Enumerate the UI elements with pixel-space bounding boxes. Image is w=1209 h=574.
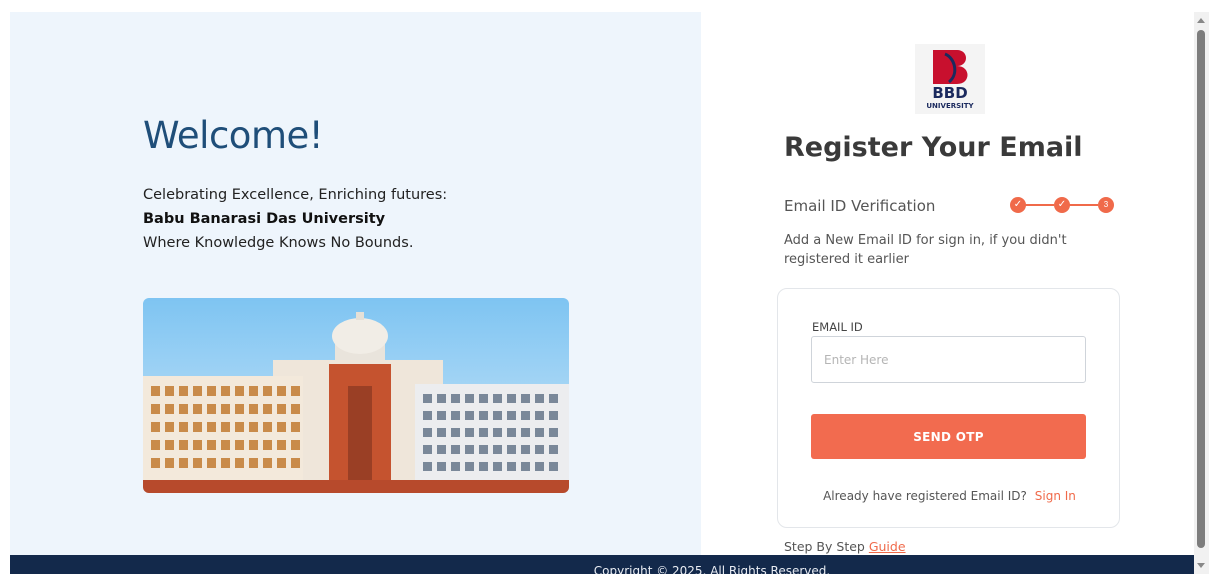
university-logo: BBD UNIVERSITY: [915, 44, 985, 114]
campus-image: [143, 298, 569, 493]
logo-subtext: UNIVERSITY: [926, 102, 974, 110]
check-icon: ✓: [1054, 197, 1070, 213]
email-input[interactable]: [811, 336, 1086, 383]
email-label: EMAIL ID: [812, 320, 863, 334]
scroll-down-arrow-icon[interactable]: [1197, 563, 1205, 568]
register-description: Add a New Email ID for sign in, if you d…: [784, 233, 1067, 267]
already-registered-text: Already have registered Email ID?: [823, 489, 1027, 503]
register-title: Register Your Email: [784, 132, 1083, 163]
university-name: Babu Banarasi Das University: [143, 211, 386, 227]
check-icon: ✓: [1010, 197, 1026, 213]
register-panel: BBD UNIVERSITY Register Your Email Email…: [701, 12, 1194, 574]
step-label: Email ID Verification: [784, 197, 936, 215]
register-form-card: EMAIL ID SEND OTP Already have registere…: [777, 288, 1120, 528]
guide-row: Step By Step Guide: [784, 539, 906, 554]
copyright-text: Copyright © 2025. All Rights Reserved.: [593, 564, 831, 574]
stepper-connector: [1068, 204, 1098, 206]
stepper-connector: [1024, 204, 1054, 206]
guide-prefix: Step By Step: [784, 539, 865, 554]
guide-link[interactable]: Guide: [869, 539, 906, 554]
scrollbar-thumb[interactable]: [1197, 30, 1205, 548]
tagline-line-1: Celebrating Excellence, Enriching future…: [143, 187, 448, 203]
step-number-icon: 3: [1098, 197, 1114, 213]
logo-text: BBD: [932, 84, 967, 102]
scroll-up-arrow-icon[interactable]: [1197, 18, 1205, 23]
footer: Copyright © 2025. All Rights Reserved.: [10, 555, 1194, 574]
send-otp-button[interactable]: SEND OTP: [811, 414, 1086, 459]
vertical-scrollbar[interactable]: [1194, 12, 1209, 574]
welcome-panel: Welcome! Celebrating Excellence, Enrichi…: [10, 12, 701, 574]
progress-stepper: ✓ ✓ 3: [1010, 195, 1115, 215]
tagline-line-3: Where Knowledge Knows No Bounds.: [143, 235, 414, 251]
app-window: Welcome! Celebrating Excellence, Enrichi…: [10, 12, 1194, 574]
already-registered-row: Already have registered Email ID? Sign I…: [778, 489, 1121, 503]
sign-in-link[interactable]: Sign In: [1035, 489, 1076, 503]
welcome-heading: Welcome!: [143, 114, 324, 157]
